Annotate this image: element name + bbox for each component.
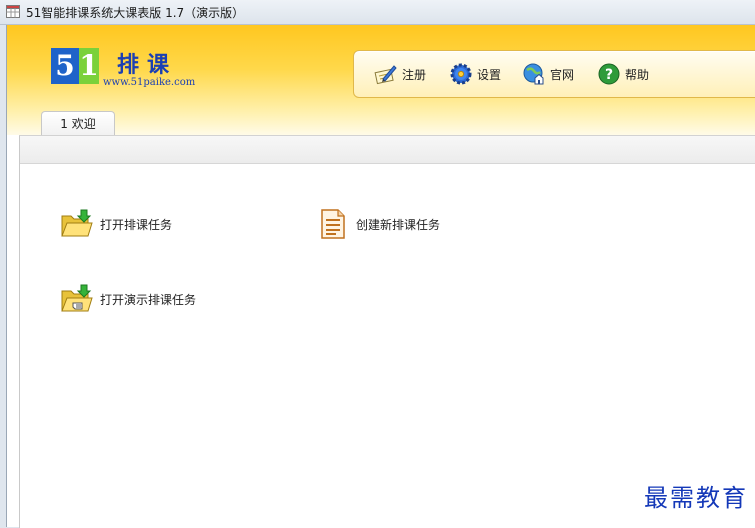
- logo-digit-5: 5: [51, 48, 79, 84]
- new-document-icon: [321, 209, 345, 239]
- help-button[interactable]: ? 帮助: [597, 61, 649, 87]
- watermark: 最需教育: [644, 484, 748, 512]
- settings-button[interactable]: 设置: [449, 61, 501, 87]
- app-header: 5 1 排课 www.51paike.com 注册 设置 官网 ? 帮助 1 欢…: [7, 25, 755, 136]
- register-pen-icon: [374, 65, 397, 85]
- welcome-panel: 打开排课任务 创建新排课任务 打开演示排课任务: [19, 135, 755, 528]
- register-button[interactable]: 注册: [374, 61, 426, 87]
- open-folder-hand-icon: [61, 284, 93, 312]
- new-task-button[interactable]: 创建新排课任务: [316, 208, 440, 240]
- open-demo-task-button[interactable]: 打开演示排课任务: [60, 283, 196, 315]
- open-folder-icon: [61, 209, 93, 237]
- logo-name: 排课: [117, 52, 178, 78]
- register-label: 注册: [402, 67, 427, 82]
- title-bar: 51智能排课系统大课表版 1.7（演示版）: [0, 0, 755, 25]
- globe-home-icon: [523, 63, 544, 85]
- open-task-label: 打开排课任务: [100, 217, 173, 232]
- main-window: 5 1 排课 www.51paike.com 注册 设置 官网 ? 帮助 1 欢…: [6, 25, 755, 528]
- help-label: 帮助: [625, 67, 650, 82]
- settings-label: 设置: [477, 67, 502, 82]
- window-title: 51智能排课系统大课表版 1.7（演示版）: [26, 6, 245, 20]
- logo: 5 1: [51, 48, 107, 84]
- open-task-button[interactable]: 打开排课任务: [60, 208, 172, 240]
- new-task-label: 创建新排课任务: [356, 217, 441, 232]
- gear-icon: [450, 63, 472, 85]
- tab-welcome[interactable]: 1 欢迎: [41, 111, 115, 136]
- logo-url: www.51paike.com: [103, 77, 196, 88]
- app-calendar-icon: [6, 5, 20, 18]
- panel-header-band: [20, 136, 755, 164]
- help-icon: ?: [598, 63, 620, 85]
- open-demo-task-label: 打开演示排课任务: [100, 292, 197, 307]
- svg-text:?: ?: [605, 67, 613, 83]
- logo-digit-1: 1: [79, 48, 99, 84]
- website-label: 官网: [550, 67, 575, 82]
- toolbar: 注册 设置 官网 ? 帮助: [353, 50, 755, 98]
- website-button[interactable]: 官网: [522, 61, 574, 87]
